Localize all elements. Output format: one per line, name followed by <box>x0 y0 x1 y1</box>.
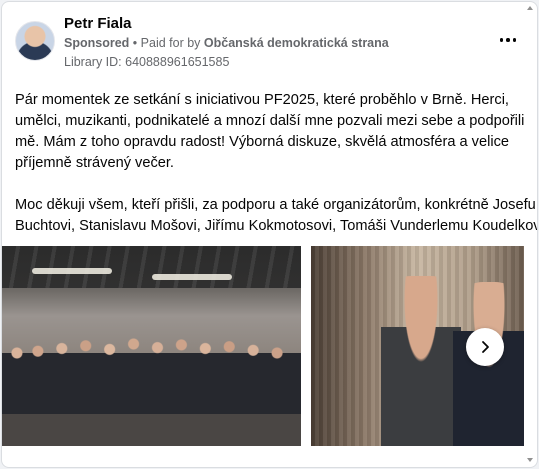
scroll-up-arrow-icon[interactable] <box>527 6 533 10</box>
post-text-line: Buchtovi, Stanislavu Mošovi, Jiřímu Kokm… <box>15 218 538 234</box>
avatar[interactable] <box>15 21 55 61</box>
group-photo-crowd <box>2 326 301 416</box>
chevron-right-icon <box>482 341 489 353</box>
post-text-line: Moc děkuji všem, kteří přišli, za podpor… <box>15 197 536 213</box>
ad-card: Petr Fiala Sponsored • Paid for by Občan… <box>1 1 538 468</box>
scroll-down-arrow-icon[interactable] <box>527 458 533 462</box>
payer-name[interactable]: Občanská demokratická strana <box>204 36 389 50</box>
paid-for-prefix: Paid for by <box>140 36 201 50</box>
person-left <box>381 276 461 446</box>
post-text-line: příjemně strávený večer. <box>15 155 174 171</box>
scrollbar[interactable] <box>527 6 533 462</box>
more-options-button[interactable] <box>495 30 521 50</box>
post-text-line: Pár momentek ze setkání s iniciativou PF… <box>15 92 509 108</box>
more-horizontal-icon <box>499 38 517 42</box>
ad-meta: Sponsored • Paid for by Občanská demokra… <box>64 36 389 50</box>
carousel-next-button[interactable] <box>466 328 504 366</box>
sponsored-label: Sponsored <box>64 36 130 50</box>
meta-separator: • <box>132 36 138 50</box>
post-text-line: umělci, muzikanti, podnikatelé a mnozí d… <box>15 113 525 129</box>
carousel-image-1[interactable] <box>2 246 301 446</box>
post-text-line: mě. Mám z toho opravdu radost! Výborná d… <box>15 134 509 150</box>
author-name[interactable]: Petr Fiala <box>64 15 132 32</box>
post-text: Pár momentek ze setkání s iniciativou PF… <box>15 90 538 237</box>
library-id: Library ID: 640888961651585 <box>64 55 230 69</box>
